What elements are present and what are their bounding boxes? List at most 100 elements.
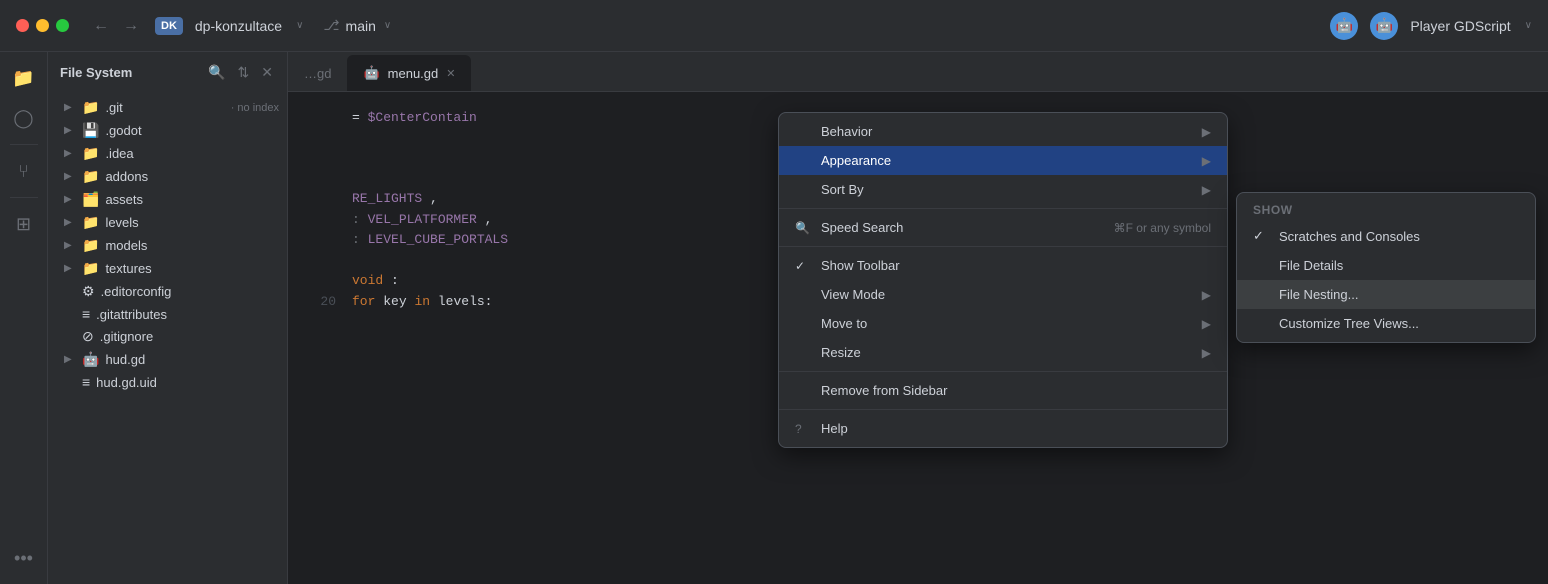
code-keyword: in [414, 294, 430, 309]
rail-divider-1 [10, 144, 38, 145]
traffic-light-red[interactable] [16, 19, 29, 32]
tree-item-hudgduid[interactable]: ▶ ≡ hud.gd.uid [48, 371, 287, 393]
rail-icon-git[interactable]: ◯ [6, 100, 42, 136]
rail-icon-plugins[interactable]: ⊞ [6, 206, 42, 242]
code-const: VEL_PLATFORMER [368, 212, 477, 227]
rail-icon-files[interactable]: 📁 [6, 60, 42, 96]
code-content: = $CenterContain [352, 108, 477, 129]
chevron-icon: ▶ [64, 102, 76, 113]
sidebar-title: File System [60, 65, 198, 80]
main-layout: 📁 ◯ ⑂ ⊞ ••• File System 🔍 ⇅ ✕ ▶ 📁 .git ·… [0, 52, 1548, 584]
repo-dropdown-arrow[interactable]: ∨ [296, 20, 303, 31]
menu-item-label: Sort By [821, 182, 1188, 197]
folder-icon: 📁 [82, 237, 99, 254]
tab-dotgd[interactable]: …gd [288, 55, 347, 91]
menu-separator [779, 246, 1227, 247]
tree-item-name: .idea [105, 146, 279, 161]
submenu-item-scratches[interactable]: ✓ Scratches and Consoles [1237, 221, 1535, 251]
tree-item-git[interactable]: ▶ 📁 .git · no index [48, 96, 287, 119]
tree-item-idea[interactable]: ▶ 📁 .idea [48, 142, 287, 165]
menu-item-behavior[interactable]: Behavior ▶ [779, 117, 1227, 146]
tree-item-addons[interactable]: ▶ 📁 addons [48, 165, 287, 188]
rail-icon-more[interactable]: ••• [6, 540, 42, 576]
icon-rail: 📁 ◯ ⑂ ⊞ ••• [0, 52, 48, 584]
menu-item-label: Resize [821, 345, 1188, 360]
submenu-item-file-details[interactable]: File Details [1237, 251, 1535, 280]
submenu-header: Show [1237, 197, 1535, 221]
line-number [308, 189, 336, 210]
tree-item-name: hud.gd [105, 352, 279, 367]
back-button[interactable]: ← [89, 15, 113, 37]
submenu-item-label: Customize Tree Views... [1279, 316, 1419, 331]
line-number: 20 [308, 292, 336, 313]
tree-item-editorconfig[interactable]: ▶ ⚙ .editorconfig [48, 280, 287, 303]
traffic-light-yellow[interactable] [36, 19, 49, 32]
submenu-arrow-icon: ▶ [1202, 346, 1211, 360]
tree-item-name: assets [105, 192, 279, 207]
rail-icon-branches[interactable]: ⑂ [6, 153, 42, 189]
menu-item-help[interactable]: ? Help [779, 414, 1227, 443]
tree-item-name: .git [105, 100, 224, 115]
menu-item-sort-by[interactable]: Sort By ▶ [779, 175, 1227, 204]
tree-item-name: .godot [105, 123, 279, 138]
tree-item-name: .editorconfig [101, 284, 279, 299]
sidebar-close-button[interactable]: ✕ [259, 62, 275, 83]
chevron-icon: ▶ [64, 263, 76, 274]
line-number [308, 271, 336, 292]
tree-item-assets[interactable]: ▶ 🗂️ assets [48, 188, 287, 211]
player-gdscript-label[interactable]: Player GDScript [1410, 18, 1510, 34]
submenu-appearance: Show ✓ Scratches and Consoles File Detai… [1236, 192, 1536, 343]
chevron-icon: ▶ [64, 148, 76, 159]
code-const: LEVEL_CUBE_PORTALS [368, 232, 508, 247]
tab-close-button[interactable]: ✕ [446, 67, 455, 80]
menu-item-label: View Mode [821, 287, 1188, 302]
menu-item-label: Behavior [821, 124, 1188, 139]
menu-item-label: Show Toolbar [821, 258, 1211, 273]
submenu-item-file-nesting[interactable]: File Nesting... [1237, 280, 1535, 309]
tree-item-textures[interactable]: ▶ 📁 textures [48, 257, 287, 280]
menu-item-resize[interactable]: Resize ▶ [779, 338, 1227, 367]
menu-item-remove-sidebar[interactable]: Remove from Sidebar [779, 376, 1227, 405]
tree-item-levels[interactable]: ▶ 📁 levels [48, 211, 287, 234]
folder-icon: 📁 [82, 214, 99, 231]
menu-item-label: Help [821, 421, 1211, 436]
search-icon: 🔍 [795, 221, 811, 235]
branch-dropdown-arrow[interactable]: ∨ [384, 20, 391, 31]
forward-button[interactable]: → [119, 15, 143, 37]
chevron-icon: ▶ [64, 171, 76, 182]
tree-item-models[interactable]: ▶ 📁 models [48, 234, 287, 257]
menu-item-show-toolbar[interactable]: ✓ Show Toolbar [779, 251, 1227, 280]
tab-label: …gd [304, 66, 331, 81]
tree-item-godot[interactable]: ▶ 💾 .godot [48, 119, 287, 142]
code-variable: $CenterContain [368, 110, 477, 125]
tab-menugd[interactable]: 🤖 menu.gd ✕ [347, 55, 471, 91]
tree-item-name: models [105, 238, 279, 253]
submenu-item-label: Scratches and Consoles [1279, 229, 1420, 244]
menu-item-view-mode[interactable]: View Mode ▶ [779, 280, 1227, 309]
tree-item-gitignore[interactable]: ▶ ⊘ .gitignore [48, 325, 287, 348]
ignore-icon: ⊘ [82, 328, 94, 345]
submenu-item-label: File Details [1279, 258, 1343, 273]
sidebar-sort-button[interactable]: ⇅ [236, 62, 252, 83]
player-dropdown-arrow[interactable]: ∨ [1525, 20, 1532, 31]
menu-item-appearance[interactable]: Appearance ▶ [779, 146, 1227, 175]
bot-avatar-right: 🤖 [1370, 12, 1398, 40]
branch-name[interactable]: main [346, 18, 376, 34]
tree-item-gitattributes[interactable]: ▶ ≡ .gitattributes [48, 303, 287, 325]
tree-item-hudgd[interactable]: ▶ 🤖 hud.gd [48, 348, 287, 371]
titlebar: ← → DK dp-konzultace ∨ ⎇ main ∨ 🤖 🤖 Play… [0, 0, 1548, 52]
sidebar-search-button[interactable]: 🔍 [206, 62, 227, 83]
repo-badge[interactable]: DK [155, 17, 183, 35]
repo-name[interactable]: dp-konzultace [195, 18, 282, 34]
submenu-item-customize-tree[interactable]: Customize Tree Views... [1237, 309, 1535, 338]
menu-item-speed-search[interactable]: 🔍 Speed Search ⌘F or any symbol [779, 213, 1227, 242]
chevron-icon: ▶ [64, 194, 76, 205]
code-content: RE_LIGHTS , [352, 189, 438, 210]
chevron-icon: ▶ [64, 240, 76, 251]
branch-section: ⎇ main ∨ [323, 17, 391, 34]
code-const: RE_LIGHTS [352, 191, 422, 206]
traffic-light-green[interactable] [56, 19, 69, 32]
tree-item-name: textures [105, 261, 279, 276]
menu-item-move-to[interactable]: Move to ▶ [779, 309, 1227, 338]
submenu-arrow-icon: ▶ [1202, 183, 1211, 197]
